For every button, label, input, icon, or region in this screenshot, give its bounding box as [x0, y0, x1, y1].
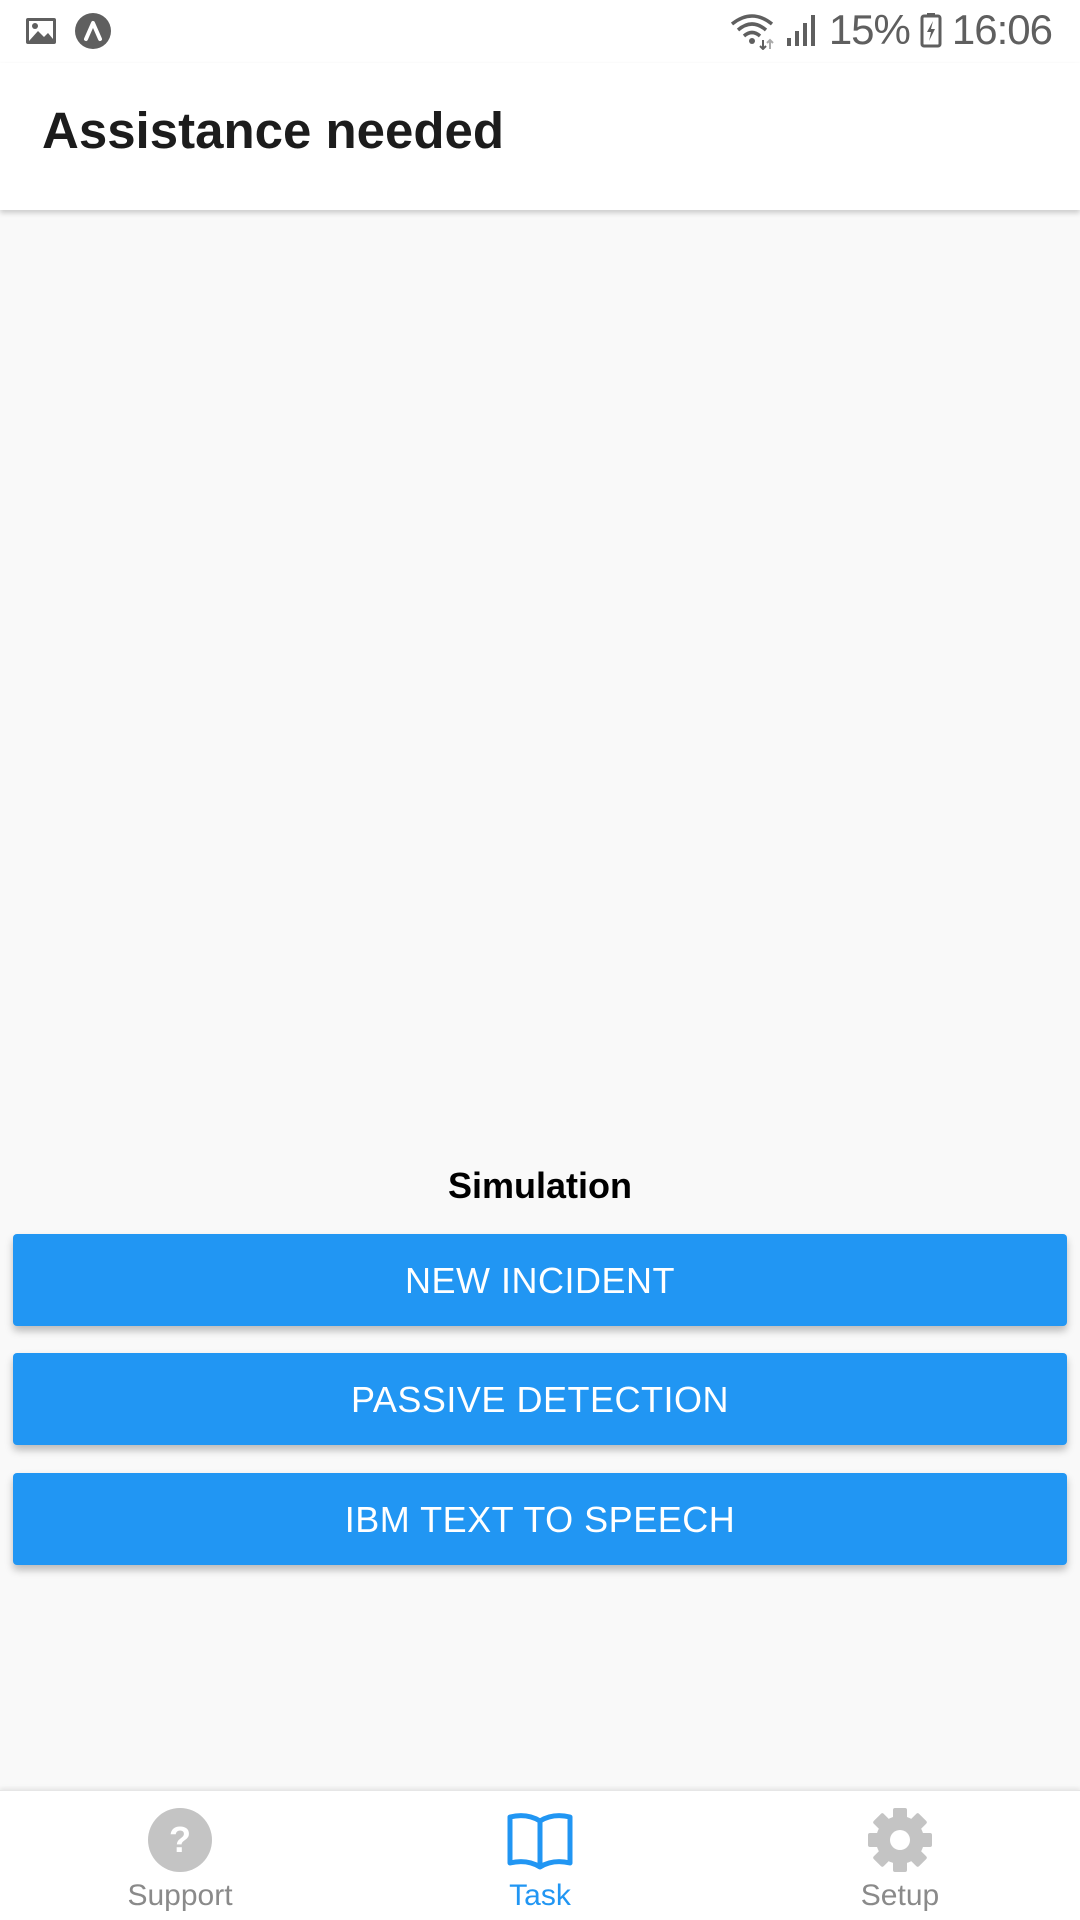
wifi-icon	[729, 10, 775, 50]
bottom-navigation: ? Support Task Setup	[0, 1790, 1080, 1920]
page-title: Assistance needed	[42, 102, 505, 159]
ibm-text-to-speech-button[interactable]: IBM TEXT TO SPEECH	[13, 1473, 1067, 1565]
screen: 15% 16:06 Assistance needed Simulation N…	[0, 0, 1080, 1920]
app-logo-icon	[74, 12, 112, 55]
app-bar: Assistance needed	[0, 63, 1080, 210]
clock: 16:06	[951, 6, 1053, 53]
help-circle-icon: ?	[145, 1805, 215, 1875]
tab-support[interactable]: ? Support	[0, 1791, 360, 1920]
signal-icon	[785, 12, 819, 48]
svg-text:?: ?	[169, 1819, 191, 1860]
gear-icon	[865, 1805, 935, 1875]
tab-support-label: Support	[127, 1879, 233, 1912]
status-notifications	[24, 12, 112, 55]
new-incident-button[interactable]: NEW INCIDENT	[13, 1234, 1067, 1326]
tab-task-label: Task	[509, 1879, 571, 1912]
battery-percent: 15%	[828, 6, 911, 53]
tab-setup-label: Setup	[860, 1879, 940, 1912]
tab-setup[interactable]: Setup	[720, 1791, 1080, 1920]
status-bar: 15% 16:06	[0, 0, 1080, 63]
status-system: 15% 16:06	[729, 6, 1053, 54]
book-icon	[505, 1805, 575, 1875]
simulation-heading: Simulation	[447, 1165, 632, 1206]
battery-icon	[920, 12, 942, 48]
gallery-icon	[24, 14, 58, 53]
passive-detection-button[interactable]: PASSIVE DETECTION	[13, 1353, 1067, 1445]
tab-task[interactable]: Task	[360, 1791, 720, 1920]
